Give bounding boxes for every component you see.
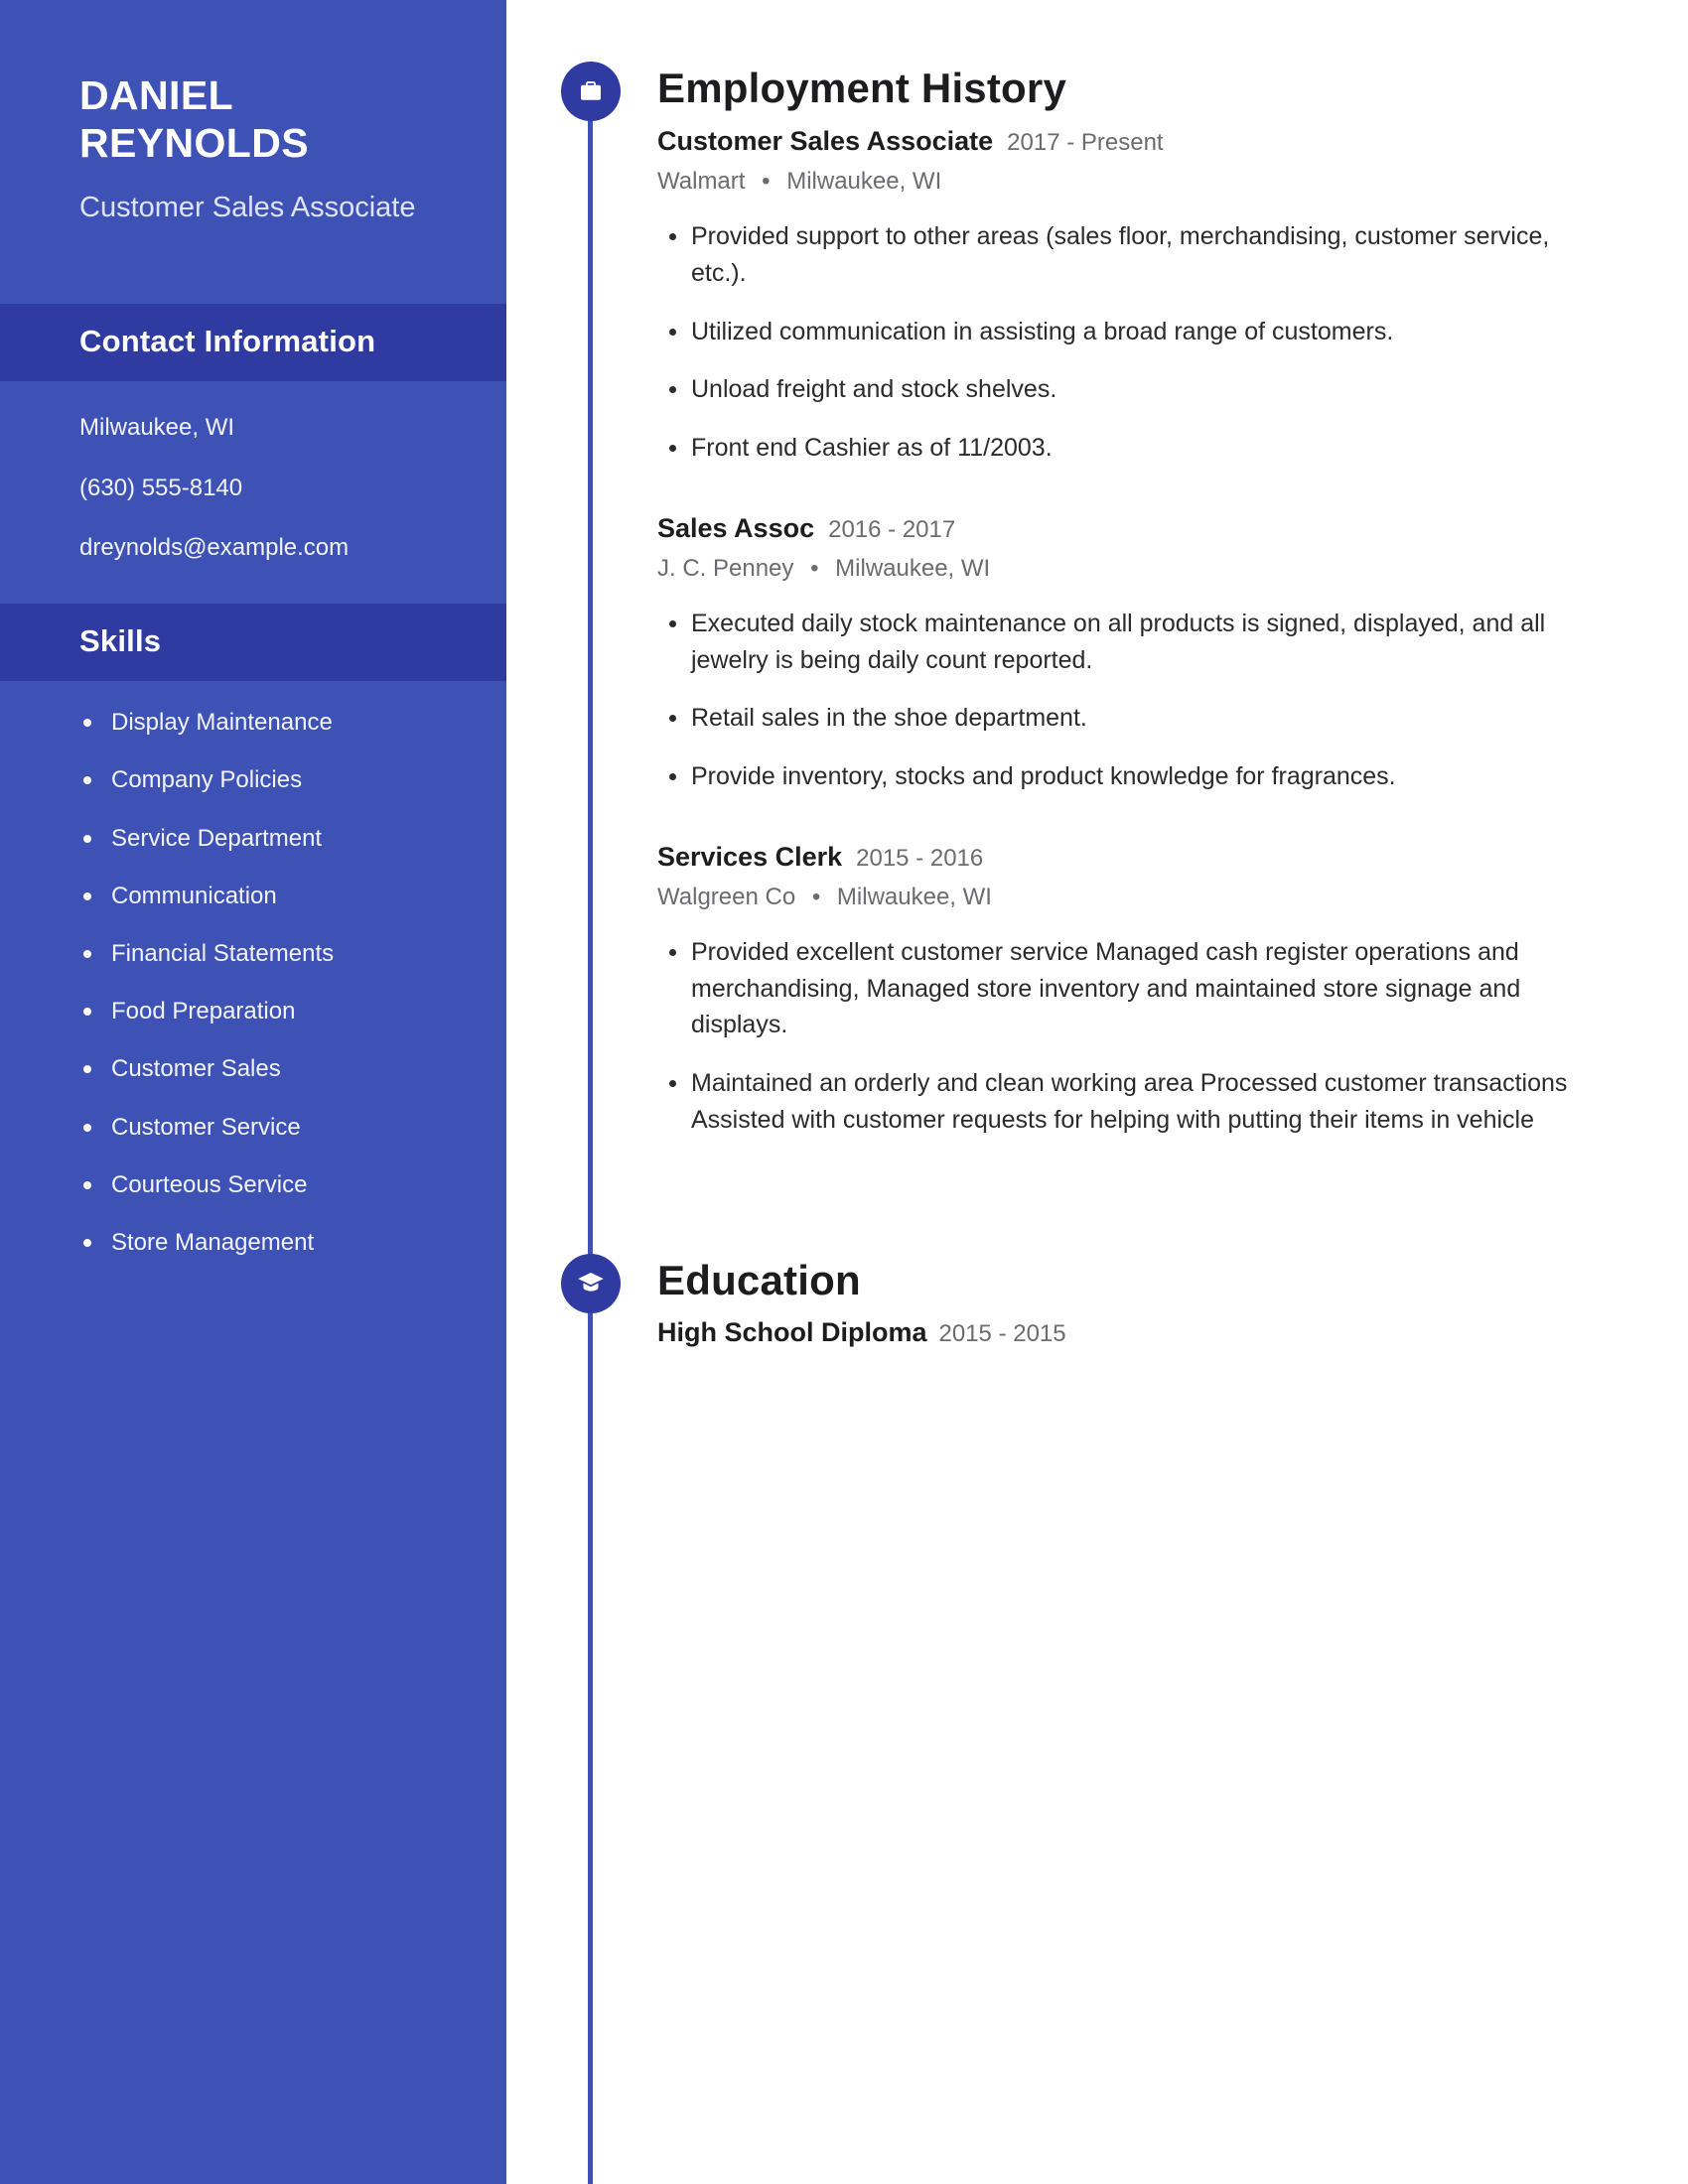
entry-role: Sales Assoc bbox=[657, 512, 815, 543]
identity-spacer bbox=[0, 226, 506, 304]
bullet-item: Executed daily stock maintenance on all … bbox=[669, 606, 1579, 679]
bullet-item: Retail sales in the shoe department. bbox=[669, 700, 1579, 737]
contact-phone[interactable]: (630) 555-8140 bbox=[79, 472, 437, 506]
job-title: Customer Sales Associate bbox=[79, 191, 416, 223]
contact-heading: Contact Information bbox=[79, 323, 376, 358]
bullet-item: Utilized communication in assisting a br… bbox=[669, 314, 1579, 350]
bullet-separator-icon: • bbox=[762, 167, 771, 195]
entry-dates: 2017 - Present bbox=[1007, 129, 1164, 157]
entry-location: Milwaukee, WI bbox=[786, 167, 942, 195]
identity-block: DANIEL REYNOLDS Customer Sales Associate bbox=[0, 0, 506, 226]
first-name: DANIEL bbox=[79, 72, 234, 118]
entry-header: Customer Sales Associate 2017 - Present bbox=[657, 125, 1579, 159]
last-name: REYNOLDS bbox=[79, 120, 310, 167]
entry-dates: 2015 - 2016 bbox=[856, 844, 984, 872]
bullet-item: Provide inventory, stocks and product kn… bbox=[669, 758, 1579, 795]
contact-email[interactable]: dreynolds@example.com bbox=[79, 531, 437, 566]
education-section-title: Education bbox=[657, 1256, 861, 1303]
employment-entry: Sales Assoc 2016 - 2017 J. C. Penney • M… bbox=[657, 512, 1579, 795]
entry-meta: Walgreen Co • Milwaukee, WI bbox=[657, 882, 1579, 912]
bullet-item: Provided support to other areas (sales f… bbox=[669, 218, 1579, 292]
entry-company: J. C. Penney bbox=[657, 554, 794, 582]
entry-meta: Walmart • Milwaukee, WI bbox=[657, 166, 1579, 197]
skill-item: Food Preparation bbox=[83, 996, 447, 1026]
skill-item: Service Department bbox=[83, 823, 447, 854]
sidebar: DANIEL REYNOLDS Customer Sales Associate… bbox=[0, 0, 506, 2184]
entry-role: Services Clerk bbox=[657, 841, 843, 872]
skills-section-body: Display Maintenance Company Policies Ser… bbox=[0, 681, 506, 1297]
education-section: Education High School Diploma 2015 - 201… bbox=[506, 1139, 1688, 1348]
skill-item: Customer Sales bbox=[83, 1053, 447, 1084]
bullet-separator-icon: • bbox=[810, 554, 819, 582]
employment-history-section: Employment History Customer Sales Associ… bbox=[506, 0, 1688, 1139]
resume-page: DANIEL REYNOLDS Customer Sales Associate… bbox=[0, 0, 1688, 2184]
entry-bullets: Provided support to other areas (sales f… bbox=[657, 218, 1579, 467]
bullet-item: Provided excellent customer service Mana… bbox=[669, 934, 1579, 1043]
entry-header: Services Clerk 2015 - 2016 bbox=[657, 841, 1579, 875]
education-dates: 2015 - 2015 bbox=[938, 1319, 1066, 1347]
employment-section-title: Employment History bbox=[657, 65, 1067, 111]
skills-heading: Skills bbox=[79, 623, 162, 659]
education-degree: High School Diploma bbox=[657, 1316, 927, 1347]
contact-section-body: Milwaukee, WI (630) 555-8140 dreynolds@e… bbox=[0, 381, 506, 604]
contact-location: Milwaukee, WI bbox=[79, 413, 235, 441]
entry-header: Sales Assoc 2016 - 2017 bbox=[657, 512, 1579, 546]
bullet-item: Maintained an orderly and clean working … bbox=[669, 1065, 1579, 1139]
entry-meta: J. C. Penney • Milwaukee, WI bbox=[657, 553, 1579, 584]
skill-item: Financial Statements bbox=[83, 938, 447, 969]
bullet-item: Unload freight and stock shelves. bbox=[669, 371, 1579, 408]
skill-item: Store Management bbox=[83, 1227, 447, 1258]
bullet-item: Front end Cashier as of 11/2003. bbox=[669, 430, 1579, 467]
skills-section-header: Skills bbox=[0, 604, 506, 682]
skill-item: Customer Service bbox=[83, 1112, 447, 1143]
employment-entry: Services Clerk 2015 - 2016 Walgreen Co •… bbox=[657, 841, 1579, 1139]
entry-location: Milwaukee, WI bbox=[835, 554, 991, 582]
graduation-cap-icon bbox=[561, 1253, 621, 1313]
main-content: Employment History Customer Sales Associ… bbox=[506, 0, 1688, 2184]
entry-company: Walmart bbox=[657, 167, 746, 195]
skill-item: Courteous Service bbox=[83, 1169, 447, 1200]
skill-item: Display Maintenance bbox=[83, 707, 447, 738]
contact-section-header: Contact Information bbox=[0, 303, 506, 381]
skills-list: Display Maintenance Company Policies Ser… bbox=[75, 707, 447, 1258]
education-entry-header: High School Diploma 2015 - 2015 bbox=[657, 1317, 1579, 1348]
skill-item: Communication bbox=[83, 881, 447, 911]
employment-entry: Customer Sales Associate 2017 - Present … bbox=[657, 125, 1579, 467]
entry-company: Walgreen Co bbox=[657, 883, 796, 910]
entry-role: Customer Sales Associate bbox=[657, 126, 994, 157]
entry-bullets: Executed daily stock maintenance on all … bbox=[657, 606, 1579, 795]
entry-location: Milwaukee, WI bbox=[836, 883, 992, 910]
education-entry: High School Diploma 2015 - 2015 bbox=[657, 1317, 1579, 1348]
briefcase-icon bbox=[561, 62, 621, 121]
entry-bullets: Provided excellent customer service Mana… bbox=[657, 934, 1579, 1139]
entry-dates: 2016 - 2017 bbox=[828, 515, 956, 543]
bullet-separator-icon: • bbox=[811, 883, 821, 910]
skill-item: Company Policies bbox=[83, 764, 447, 795]
